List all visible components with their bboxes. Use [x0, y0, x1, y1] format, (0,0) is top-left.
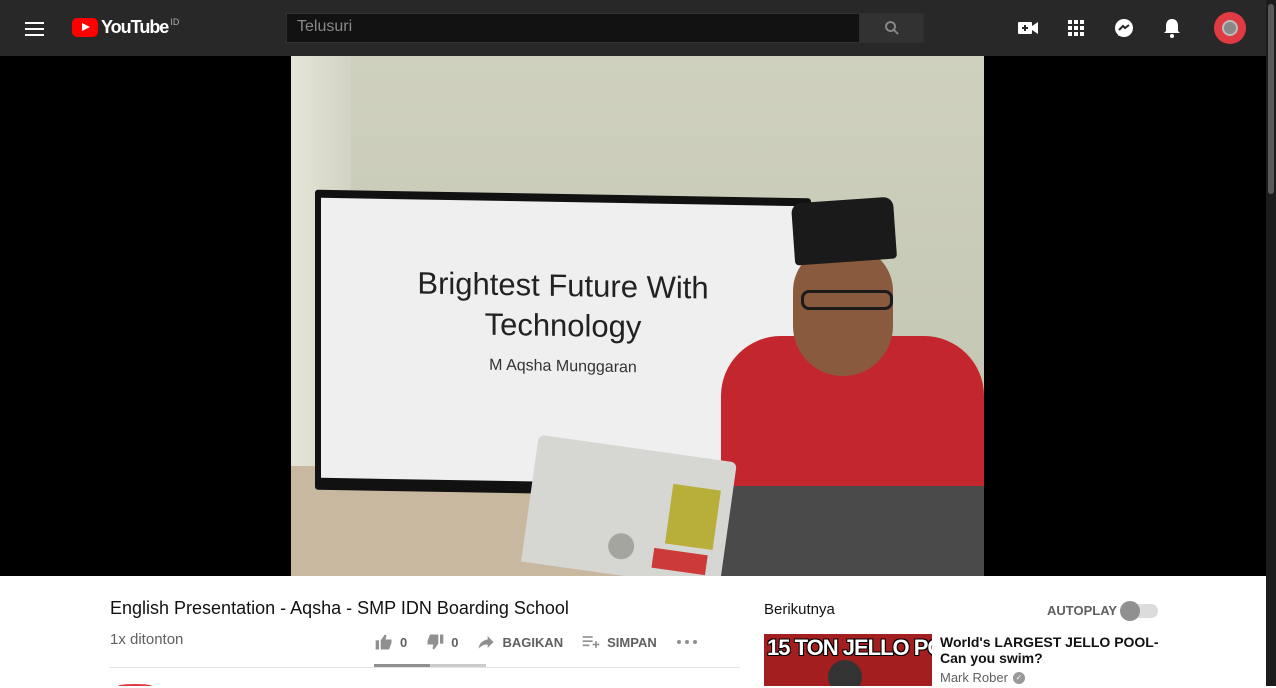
channel-name: Mark Rober: [940, 670, 1008, 685]
recommendation-channel[interactable]: Mark Rober ✓: [940, 670, 1025, 685]
messenger-icon[interactable]: [1112, 16, 1136, 40]
divider: [110, 667, 740, 668]
up-next-heading: Berikutnya: [764, 601, 835, 618]
share-button[interactable]: BAGIKAN: [476, 632, 563, 652]
search-placeholder: Telusuri: [297, 18, 353, 35]
logo-text: YouTube: [101, 17, 169, 37]
more-actions-button[interactable]: [675, 632, 705, 652]
thumbnail-text: 15 TON JELLO POOL: [767, 635, 932, 660]
youtube-logo[interactable]: YouTube ID: [72, 17, 179, 39]
hamburger-icon[interactable]: [24, 18, 48, 38]
autoplay-label: AUTOPLAY: [1047, 603, 1118, 618]
like-button[interactable]: 0: [374, 632, 407, 652]
scrollbar[interactable]: [1266, 0, 1276, 686]
video-frame[interactable]: Brightest Future With Technology M Aqsha…: [291, 56, 984, 576]
scrollbar-thumb[interactable]: [1268, 4, 1274, 194]
search-input[interactable]: Telusuri: [286, 13, 860, 43]
video-actions: 0 0 BAGIKAN SIMPAN: [374, 626, 723, 658]
more-horizontal-icon: [676, 640, 697, 644]
view-count: 1x ditonton: [110, 631, 184, 648]
apps-grid-icon[interactable]: [1064, 16, 1088, 40]
playlist-add-icon: [582, 636, 600, 648]
presenter: [721, 196, 984, 576]
country-code: ID: [170, 17, 180, 27]
recommendation-title[interactable]: World's LARGEST JELLO POOL- Can you swim…: [940, 634, 1160, 666]
video-camera-plus-icon[interactable]: [1016, 16, 1040, 40]
thumbs-up-icon: [375, 634, 392, 650]
search-button[interactable]: [860, 13, 924, 43]
youtube-play-icon: [72, 18, 98, 37]
recommendation-thumbnail[interactable]: 15 TON JELLO POOL: [764, 634, 932, 686]
bell-icon[interactable]: [1160, 16, 1184, 40]
like-count: 0: [400, 634, 408, 650]
dislike-count: 0: [451, 634, 459, 650]
share-icon: [478, 636, 494, 649]
dislike-button[interactable]: 0: [425, 632, 458, 652]
video-title: English Presentation - Aqsha - SMP IDN B…: [110, 598, 569, 618]
masthead: YouTube ID Telusuri: [0, 0, 1276, 56]
avatar[interactable]: [1214, 12, 1246, 44]
verified-icon: ✓: [1012, 671, 1025, 684]
autoplay-toggle[interactable]: [1120, 601, 1158, 621]
video-player[interactable]: Brightest Future With Technology M Aqsha…: [0, 56, 1266, 576]
thumbs-down-icon: [427, 634, 444, 650]
search-icon: [885, 21, 899, 35]
channel-avatar-partial: [118, 684, 152, 688]
save-button[interactable]: SIMPAN: [581, 632, 657, 652]
share-label: BAGIKAN: [502, 634, 564, 650]
save-label: SIMPAN: [607, 634, 657, 650]
